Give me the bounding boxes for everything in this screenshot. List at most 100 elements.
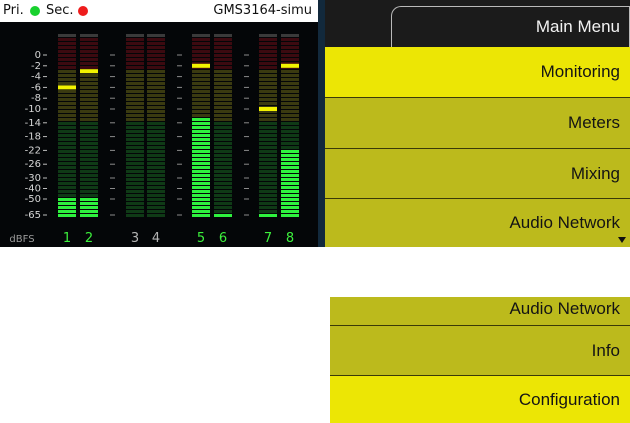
meter-segment <box>126 210 144 213</box>
meter-separator-tick <box>244 188 249 189</box>
meter-segment <box>214 54 232 57</box>
meter-segment <box>259 126 277 129</box>
meter-segment <box>80 170 98 173</box>
meter-segment <box>126 174 144 177</box>
meter-segment <box>147 206 165 209</box>
meter-segment <box>281 158 299 161</box>
meter-segment <box>80 214 98 217</box>
peak-hold-marker <box>281 63 299 68</box>
scale-label: -2 <box>31 61 41 72</box>
menu-item-configuration[interactable]: Configuration <box>330 376 630 423</box>
menu-item-meters[interactable]: Meters <box>325 98 630 149</box>
meter-segment <box>58 134 76 137</box>
meter-segment <box>214 190 232 193</box>
meter-segment <box>214 38 232 41</box>
menu-item-audio-network[interactable]: Audio Network <box>325 199 630 247</box>
meter-segment <box>80 82 98 85</box>
meter-segment <box>147 186 165 189</box>
menu-item-monitoring[interactable]: Monitoring <box>325 47 630 98</box>
menu-item-info[interactable]: Info <box>330 326 630 376</box>
meter-segment <box>58 194 76 197</box>
meter-segment <box>58 50 76 53</box>
meter-segment <box>259 86 277 89</box>
meter-segment <box>126 170 144 173</box>
meter-segment <box>126 50 144 53</box>
meter-segment <box>58 82 76 85</box>
meter-segment <box>147 166 165 169</box>
meter-separator-tick <box>110 198 115 200</box>
meter-segment <box>192 206 210 209</box>
meter-segment <box>58 210 76 213</box>
menu-item-label: Monitoring <box>540 62 620 81</box>
meter-separator-tick <box>244 54 249 56</box>
meter-separator-tick <box>177 108 182 110</box>
meter-segment <box>214 134 232 137</box>
meter-segment <box>192 150 210 153</box>
meter-segment <box>126 58 144 61</box>
meter-segment <box>80 154 98 157</box>
scale-label: -18 <box>25 132 41 143</box>
meter-segment <box>281 82 299 85</box>
meter-separator-tick <box>177 54 182 56</box>
meter-segment <box>259 118 277 121</box>
meter-segment <box>214 106 232 109</box>
meter-segment <box>126 150 144 153</box>
meter-segment <box>58 198 76 201</box>
meter-segment <box>147 78 165 81</box>
meter-segment <box>281 170 299 173</box>
menu-item-mixing[interactable]: Mixing <box>325 149 630 199</box>
meter-segment <box>80 186 98 189</box>
meter-segment <box>259 38 277 41</box>
meter-segment <box>214 42 232 45</box>
meter-segment <box>126 146 144 149</box>
meter-segment <box>80 118 98 121</box>
meter-segment <box>58 206 76 209</box>
scale-tick <box>43 97 47 99</box>
meter-segment <box>281 154 299 157</box>
menu-item-audio-network[interactable]: Audio Network <box>330 297 630 326</box>
meter-segment <box>58 102 76 105</box>
meter-segment <box>147 42 165 45</box>
meter-segment <box>80 162 98 165</box>
meter-segment <box>80 46 98 49</box>
meter-segment <box>259 202 277 205</box>
meter-segment <box>214 82 232 85</box>
meter-segment <box>259 42 277 45</box>
meter-segment <box>192 194 210 197</box>
meter-separator-tick <box>244 122 249 124</box>
meter-segment <box>126 110 144 113</box>
meter-segment <box>126 62 144 65</box>
meter-segment <box>192 198 210 201</box>
meter-segment <box>281 106 299 109</box>
meter-segment <box>214 110 232 113</box>
meter-segment <box>192 170 210 173</box>
meter-segment <box>147 82 165 85</box>
meter-segment <box>192 126 210 129</box>
meter-segment <box>259 82 277 85</box>
meter-segment <box>214 206 232 209</box>
meter-separator-tick <box>244 163 249 165</box>
meter-cap <box>80 34 98 37</box>
meter-segment <box>80 202 98 205</box>
meter-segment <box>58 114 76 117</box>
meter-segment <box>58 130 76 133</box>
meter-segment <box>58 78 76 81</box>
meter-segment <box>126 78 144 81</box>
meter-segment <box>281 190 299 193</box>
meter-segment <box>58 118 76 121</box>
meter-segment <box>126 142 144 145</box>
meter-segment <box>126 138 144 141</box>
channel-label: 4 <box>152 231 160 246</box>
meter-segment <box>80 190 98 193</box>
meter-segment <box>58 162 76 165</box>
meter-segment <box>259 78 277 81</box>
meter-segment <box>259 198 277 201</box>
meter-segment <box>147 146 165 149</box>
meter-separator-tick <box>244 65 249 67</box>
scroll-down-arrow-icon[interactable] <box>618 237 626 243</box>
meter-segment <box>259 50 277 53</box>
meter-segment <box>80 86 98 89</box>
meter-segment <box>58 202 76 205</box>
meter-segment <box>147 130 165 133</box>
meter-segment <box>214 126 232 129</box>
